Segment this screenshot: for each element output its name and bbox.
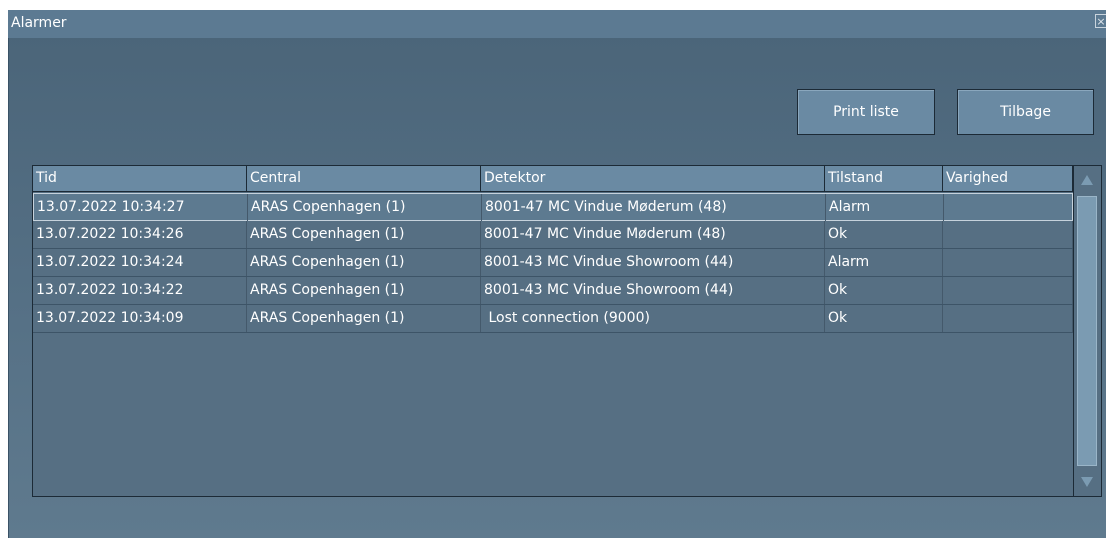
cell-state: Alarm [826,194,944,221]
scrollbar-thumb[interactable] [1077,196,1097,466]
vertical-scrollbar[interactable] [1073,166,1101,496]
cell-state: Ok [825,221,943,248]
cell-detector: 8001-47 MC Vindue Møderum (48) [481,221,825,248]
window-title: Alarmer [11,15,67,31]
cell-detector: 8001-47 MC Vindue Møderum (48) [482,194,826,221]
cell-time: 13.07.2022 10:34:27 [34,194,248,221]
cell-time: 13.07.2022 10:34:09 [33,305,247,332]
cell-detector: Lost connection (9000) [481,305,825,332]
table-row[interactable]: 13.07.2022 10:34:24 ARAS Copenhagen (1) … [33,249,1073,277]
table-row[interactable]: 13.07.2022 10:34:22 ARAS Copenhagen (1) … [33,277,1073,305]
cell-central: ARAS Copenhagen (1) [248,194,482,221]
cell-detector: 8001-43 MC Vindue Showroom (44) [481,249,825,276]
scroll-down-arrow-icon[interactable] [1076,471,1098,493]
alarm-table: Tid Central Detektor Tilstand Varighed 1… [32,165,1102,497]
column-header-duration[interactable]: Varighed [943,166,1073,191]
column-header-detector[interactable]: Detektor [481,166,825,191]
title-bar: Alarmer × [8,10,1106,38]
alarm-window: Alarmer × Print liste Tilbage Tid Centra… [8,10,1106,538]
column-header-time[interactable]: Tid [33,166,247,191]
cell-duration [943,305,1073,332]
cell-state: Ok [825,277,943,304]
cell-time: 13.07.2022 10:34:26 [33,221,247,248]
column-header-state[interactable]: Tilstand [825,166,943,191]
table-row[interactable]: 13.07.2022 10:34:27 ARAS Copenhagen (1) … [33,193,1074,221]
cell-duration [943,277,1073,304]
cell-central: ARAS Copenhagen (1) [247,249,481,276]
cell-duration [943,221,1073,248]
cell-central: ARAS Copenhagen (1) [247,277,481,304]
cell-time: 13.07.2022 10:34:24 [33,249,247,276]
cell-state: Ok [825,305,943,332]
cell-detector: 8001-43 MC Vindue Showroom (44) [481,277,825,304]
cell-time: 13.07.2022 10:34:22 [33,277,247,304]
table-header: Tid Central Detektor Tilstand Varighed [33,166,1073,192]
cell-central: ARAS Copenhagen (1) [247,221,481,248]
scroll-up-arrow-icon[interactable] [1076,169,1098,191]
table-row[interactable]: 13.07.2022 10:34:26 ARAS Copenhagen (1) … [33,221,1073,249]
cell-duration [943,249,1073,276]
column-header-central[interactable]: Central [247,166,481,191]
print-list-button[interactable]: Print liste [797,89,935,135]
back-button[interactable]: Tilbage [957,89,1094,135]
close-icon[interactable]: × [1095,14,1106,28]
cell-state: Alarm [825,249,943,276]
cell-duration [944,194,1074,221]
table-row[interactable]: 13.07.2022 10:34:09 ARAS Copenhagen (1) … [33,305,1073,333]
cell-central: ARAS Copenhagen (1) [247,305,481,332]
